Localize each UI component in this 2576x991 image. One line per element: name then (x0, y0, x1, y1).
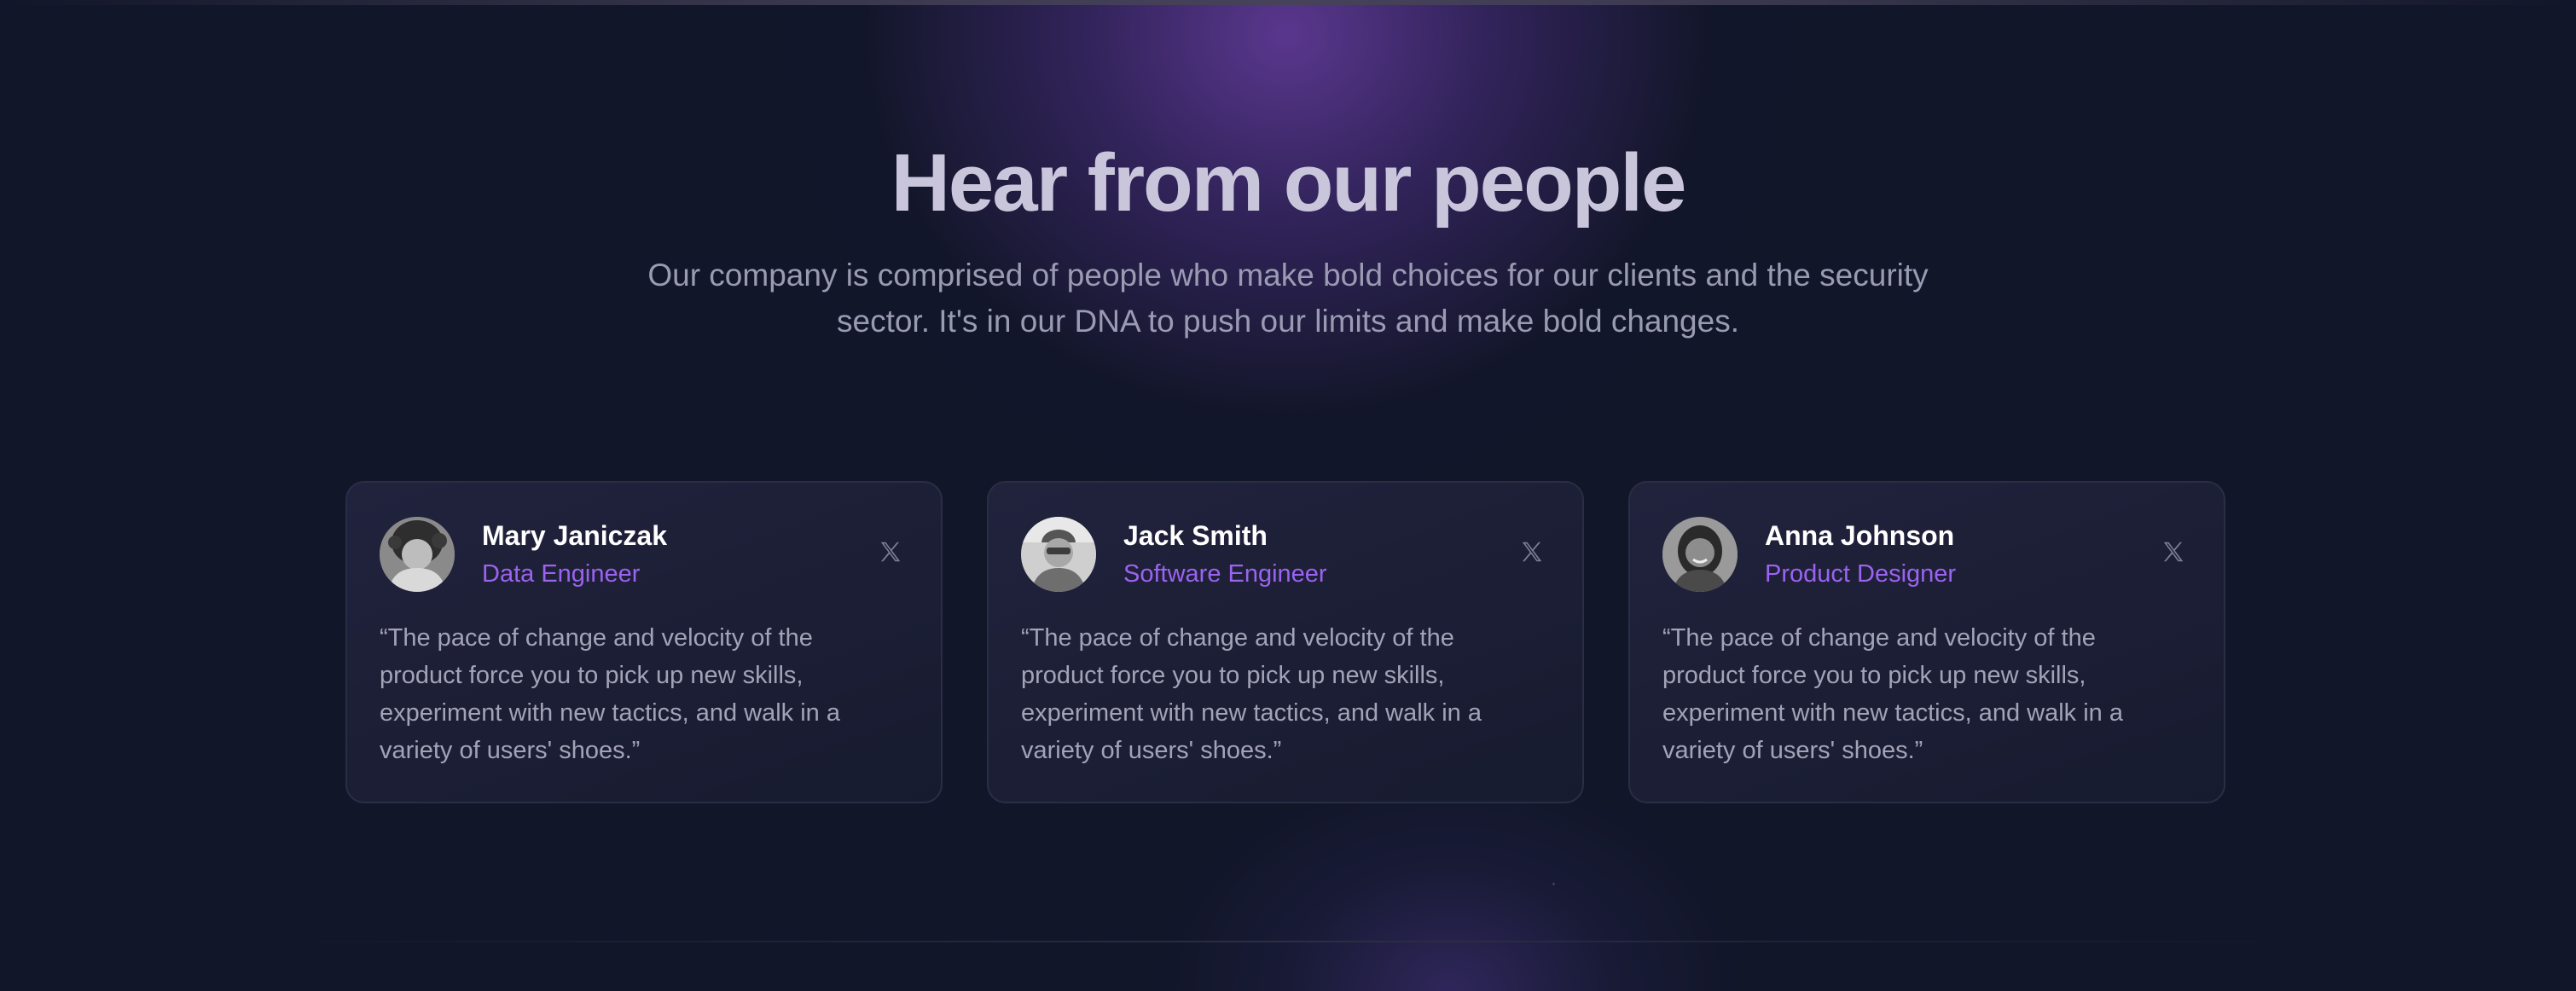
testimonial-card: Mary Janiczak Data Engineer “The pace of… (345, 481, 943, 803)
person-role: Software Engineer (1123, 560, 1327, 588)
x-logo-icon (2163, 542, 2184, 562)
x-profile-link[interactable] (878, 539, 903, 565)
testimonial-card: Anna Johnson Product Designer “The pace … (1628, 481, 2225, 803)
testimonial-quote: “The pace of change and velocity of the … (1021, 624, 1482, 764)
avatar (1021, 517, 1096, 592)
avatar (1662, 517, 1738, 592)
person-name: Jack Smith (1123, 520, 1268, 551)
person-role: Product Designer (1765, 560, 1957, 588)
x-profile-link[interactable] (1519, 539, 1545, 565)
avatar-photo (1662, 517, 1738, 592)
decorative-dot (1552, 883, 1555, 885)
x-logo-icon (880, 542, 901, 562)
testimonial-card: Jack Smith Software Engineer “The pace o… (987, 481, 1584, 803)
x-logo-icon (1522, 542, 1542, 562)
section-heading: Hear from our people (891, 137, 1687, 229)
section-subtitle: Our company is comprised of people who m… (647, 258, 1929, 339)
x-profile-link[interactable] (2161, 539, 2186, 565)
testimonial-quote: “The pace of change and velocity of the … (380, 624, 840, 764)
person-role: Data Engineer (482, 560, 641, 588)
avatar (380, 517, 455, 592)
avatar-photo (380, 517, 455, 592)
avatar-photo (1021, 517, 1096, 592)
person-name: Anna Johnson (1765, 520, 1955, 551)
testimonial-quote: “The pace of change and velocity of the … (1662, 624, 2123, 764)
person-name: Mary Janiczak (482, 520, 668, 551)
bottom-divider (0, 941, 2576, 942)
top-divider (0, 0, 2576, 5)
